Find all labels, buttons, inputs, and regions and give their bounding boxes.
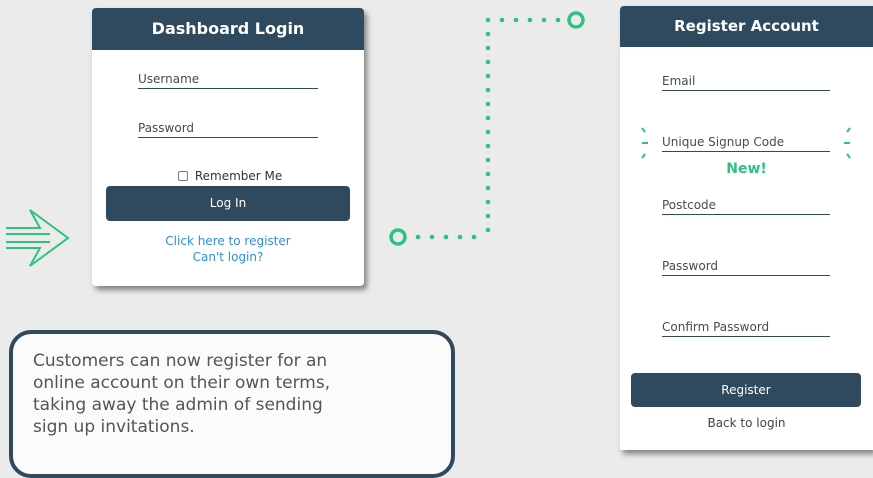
signup-code-field[interactable]: Unique Signup Code: [662, 135, 830, 152]
register-button[interactable]: Register: [631, 373, 861, 407]
login-button[interactable]: Log In: [106, 186, 350, 221]
callout-box: Customers can now register for an online…: [9, 330, 455, 478]
confirm-password-field[interactable]: Confirm Password: [662, 320, 830, 337]
sparkle-right-icon: [844, 127, 851, 159]
register-card: Register Account Email Unique Signup Cod…: [620, 6, 873, 450]
back-to-login-link[interactable]: Back to login: [620, 416, 873, 430]
register-link[interactable]: Click here to register: [92, 234, 364, 248]
register-title: Register Account: [620, 6, 873, 47]
remember-me-checkbox[interactable]: [178, 171, 188, 181]
password-field[interactable]: Password: [138, 121, 318, 138]
email-field[interactable]: Email: [662, 74, 830, 91]
remember-me-label: Remember Me: [194, 169, 283, 183]
login-card: Dashboard Login Username Password Rememb…: [92, 8, 364, 286]
login-title: Dashboard Login: [92, 8, 364, 50]
sparkle-left-icon: [641, 127, 648, 159]
callout-text: Customers can now register for an online…: [33, 351, 331, 437]
postcode-field[interactable]: Postcode: [662, 198, 830, 215]
arrow-right-icon: [6, 209, 70, 267]
password-field[interactable]: Password: [662, 259, 830, 276]
username-field[interactable]: Username: [138, 72, 318, 89]
cant-login-link[interactable]: Can't login?: [92, 250, 364, 264]
new-badge: New!: [726, 161, 767, 177]
dotted-connector: [389, 11, 585, 246]
remember-me-row[interactable]: Remember Me: [178, 169, 282, 183]
